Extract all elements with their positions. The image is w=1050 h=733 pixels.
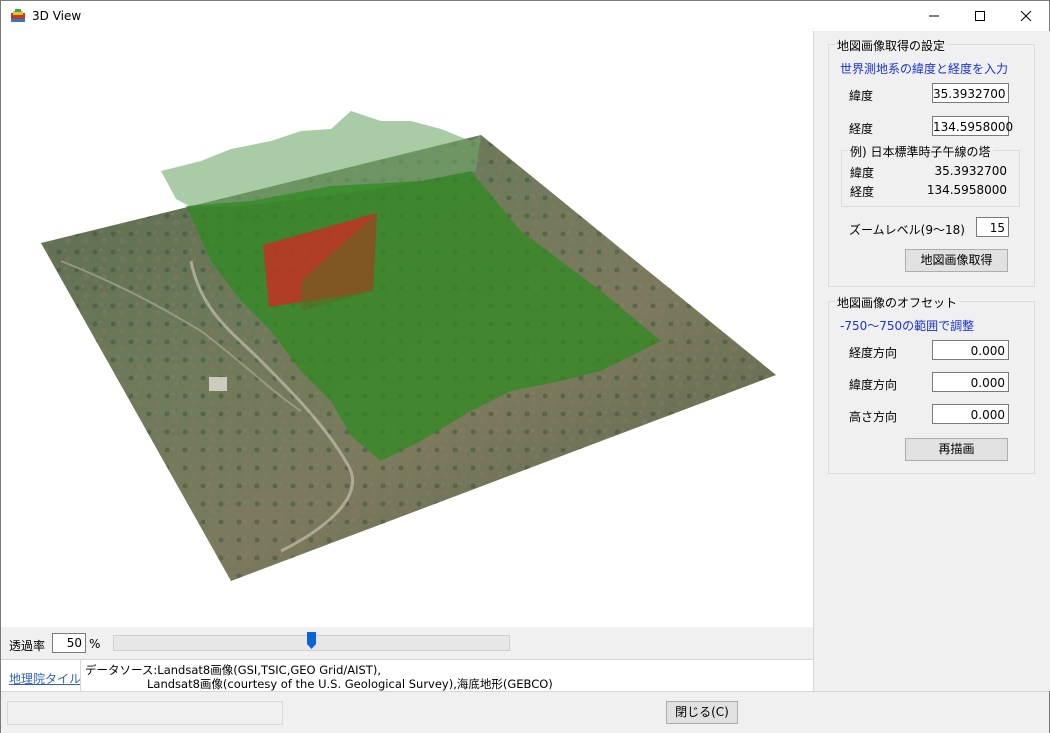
maximize-icon — [975, 11, 985, 21]
longitude-input[interactable]: 134.5958000 — [932, 116, 1013, 136]
terrain-render — [41, 111, 776, 581]
fetch-map-button[interactable]: 地図画像取得 — [905, 249, 1008, 272]
offset-instruction: -750〜750の範囲で調整 — [840, 319, 975, 333]
status-bar: 閉じる(C) — [1, 691, 1049, 733]
status-field — [7, 701, 283, 725]
title-bar: 3D View — [1, 1, 1049, 31]
gsi-tiles-link[interactable]: 地理院タイル — [9, 670, 81, 687]
bottom-strip: 透過率 50 % 地理院タイル データソース:Landsat8画像(GSI,TS… — [1, 627, 813, 692]
offset-group: 地図画像のオフセット -750〜750の範囲で調整 経度方向 0.000 緯度方… — [828, 294, 1035, 474]
3d-viewport[interactable] — [1, 31, 813, 627]
close-icon — [1020, 10, 1032, 22]
app-window: 3D View 地図画像取得の設定 世界測地系の緯度と経度を入力 緯度 35.3… — [0, 0, 1050, 733]
example-latitude-label: 緯度 — [850, 166, 875, 180]
source-divider — [80, 660, 81, 692]
redraw-button[interactable]: 再描画 — [905, 438, 1008, 461]
map-settings-group: 地図画像取得の設定 世界測地系の緯度と経度を入力 緯度 35.3932700 経… — [828, 37, 1035, 287]
close-dialog-button[interactable]: 閉じる(C) — [666, 701, 738, 724]
source-area: 地理院タイル データソース:Landsat8画像(GSI,TSIC,GEO Gr… — [1, 659, 813, 692]
lat-offset-label: 緯度方向 — [849, 378, 898, 392]
map-settings-title: 地図画像取得の設定 — [835, 37, 948, 54]
transparency-unit: % — [89, 637, 101, 651]
height-offset-input[interactable]: 0.000 — [932, 404, 1009, 424]
example-longitude-value: 134.5958000 — [926, 183, 1007, 197]
example-longitude-label: 経度 — [850, 185, 875, 199]
lon-offset-label: 経度方向 — [849, 346, 898, 360]
transparency-label: 透過率 — [9, 639, 46, 653]
slider-thumb[interactable] — [307, 632, 316, 649]
latitude-input[interactable]: 35.3932700 — [932, 83, 1009, 103]
minimize-button[interactable] — [911, 1, 957, 31]
example-latitude-value: 35.3932700 — [934, 164, 1007, 178]
transparency-input[interactable]: 50 — [52, 633, 86, 653]
latitude-label: 緯度 — [849, 89, 874, 103]
lat-offset-input[interactable]: 0.000 — [932, 372, 1009, 392]
window-title: 3D View — [32, 9, 82, 23]
close-window-button[interactable] — [1003, 1, 1049, 31]
settings-panel: 地図画像取得の設定 世界測地系の緯度と経度を入力 緯度 35.3932700 経… — [813, 31, 1050, 691]
example-title: 例) 日本標準時子午線の塔 — [848, 143, 993, 160]
minimize-icon — [929, 15, 939, 17]
source-line-2: Landsat8画像(courtesy of the U.S. Geologic… — [147, 677, 553, 691]
zoom-label: ズームレベル(9〜18) — [849, 223, 965, 237]
height-offset-label: 高さ方向 — [849, 410, 898, 424]
offset-title: 地図画像のオフセット — [835, 294, 960, 311]
longitude-label: 経度 — [849, 122, 874, 136]
maximize-button[interactable] — [957, 1, 1003, 31]
app-icon — [11, 9, 25, 22]
lon-offset-input[interactable]: 0.000 — [932, 340, 1009, 360]
example-group: 例) 日本標準時子午線の塔 緯度 35.3932700 経度 134.59580… — [841, 143, 1020, 207]
zoom-input[interactable]: 15 — [976, 217, 1009, 237]
quarry-patch — [209, 377, 227, 391]
coordinate-instruction: 世界測地系の緯度と経度を入力 — [840, 62, 1009, 76]
